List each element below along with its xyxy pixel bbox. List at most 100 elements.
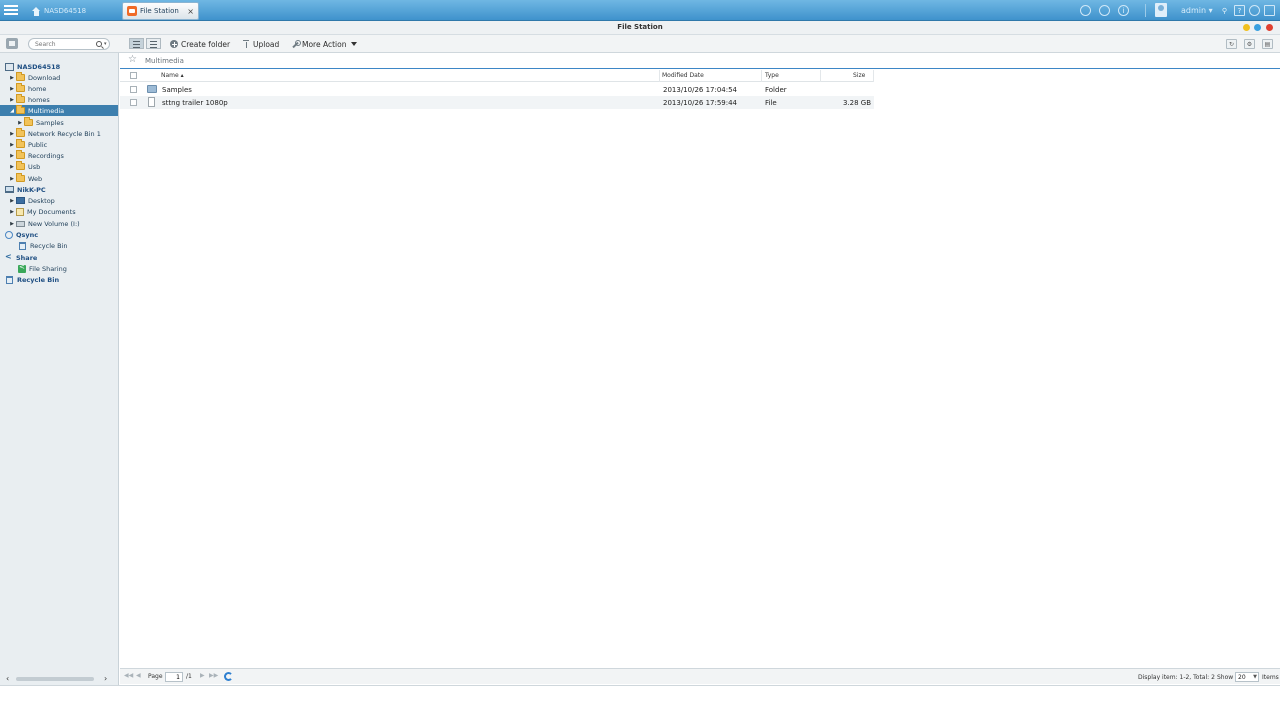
row-checkbox[interactable] — [130, 99, 137, 106]
search-icon[interactable]: ⚲ — [1219, 5, 1230, 16]
modified-date: 2013/10/26 17:59:44 — [663, 99, 738, 107]
expand-arrow-icon[interactable]: ▶ — [8, 221, 16, 227]
column-header-name[interactable]: Name ▴ — [161, 72, 184, 79]
language-globe-icon[interactable] — [1249, 5, 1260, 16]
tree-item-home[interactable]: ▶ home — [0, 83, 118, 94]
file-icon — [148, 97, 155, 107]
upload-button[interactable]: Upload — [242, 38, 279, 50]
tree-item-qsync-recycle-bin[interactable]: Recycle Bin — [0, 240, 118, 251]
tree-item-web[interactable]: ▶ Web — [0, 173, 118, 184]
close-window-button[interactable] — [1266, 24, 1273, 31]
page-number-input[interactable] — [165, 672, 183, 682]
column-divider — [761, 70, 762, 82]
properties-panel-button[interactable]: ▤ — [1262, 39, 1273, 49]
tree-item-usb[interactable]: ▶ Usb — [0, 161, 118, 172]
previous-page-icon[interactable]: ◀ — [136, 672, 141, 679]
column-header-size[interactable]: Size — [853, 72, 865, 79]
more-action-button[interactable]: More Action — [291, 38, 358, 50]
thumbnail-view-button[interactable] — [129, 38, 144, 49]
row-checkbox[interactable] — [130, 86, 137, 93]
tree-item-multimedia[interactable]: ◢ Multimedia — [0, 105, 118, 116]
file-name[interactable]: sttng trailer 1080p — [162, 99, 228, 107]
expand-arrow-icon[interactable]: ▶ — [8, 198, 16, 204]
maximize-window-button[interactable] — [1254, 24, 1261, 31]
minimize-window-button[interactable] — [1243, 24, 1250, 31]
column-header-modified-date[interactable]: Modified Date — [662, 72, 704, 79]
scroll-right-icon[interactable]: › — [104, 674, 107, 683]
tree-item-network-recycle-bin[interactable]: ▶ Network Recycle Bin 1 — [0, 128, 118, 139]
expand-arrow-icon[interactable]: ▶ — [8, 131, 16, 137]
sidebar-horizontal-scrollbar[interactable]: ‹ › — [0, 673, 118, 685]
tree-item-new-volume[interactable]: ▶ New Volume (I:) — [0, 218, 118, 229]
tree-item-samples[interactable]: ▶ Samples — [0, 117, 118, 128]
folder-icon — [16, 150, 25, 159]
settings-gear-button[interactable]: ⚙ — [1244, 39, 1255, 49]
help-icon[interactable]: ? — [1234, 5, 1245, 16]
drive-icon — [16, 220, 25, 227]
main-menu-button[interactable] — [3, 3, 19, 18]
folder-icon — [16, 161, 25, 170]
scroll-left-icon[interactable]: ‹ — [6, 674, 9, 683]
column-header-type[interactable]: Type — [765, 72, 779, 79]
refresh-icon[interactable] — [224, 672, 233, 681]
scrollbar-thumb[interactable] — [16, 677, 94, 681]
tree-item-desktop[interactable]: ▶ Desktop — [0, 195, 118, 206]
close-tab-icon[interactable]: × — [187, 7, 194, 16]
search-input[interactable] — [35, 40, 91, 49]
collapse-arrow-icon[interactable]: ◢ — [8, 108, 16, 114]
folder-icon — [16, 139, 25, 148]
expand-arrow-icon[interactable]: ▶ — [8, 209, 16, 215]
open-folder-icon — [16, 105, 25, 114]
expand-arrow-icon[interactable]: ▶ — [8, 97, 16, 103]
breadcrumb[interactable]: Multimedia — [145, 57, 184, 65]
tree-item-qsync[interactable]: Qsync — [0, 229, 118, 240]
file-sharing-icon — [18, 263, 26, 273]
list-view-button[interactable] — [146, 38, 161, 49]
background-task-icon[interactable] — [1080, 5, 1091, 16]
table-row[interactable]: Samples 2013/10/26 17:04:54 Folder — [120, 83, 874, 96]
file-name[interactable]: Samples — [162, 86, 192, 94]
favorite-star-icon[interactable]: ☆ — [128, 54, 137, 65]
tree-item-file-sharing[interactable]: File Sharing — [0, 263, 118, 274]
nas-server-icon — [5, 62, 14, 71]
next-page-icon[interactable]: ▶ — [200, 672, 205, 679]
select-all-checkbox[interactable] — [130, 72, 137, 79]
toggle-sidebar-button[interactable] — [6, 38, 18, 49]
column-divider — [873, 70, 874, 82]
expand-arrow-icon[interactable]: ▶ — [8, 176, 16, 182]
search-box[interactable]: ▾ — [28, 38, 110, 50]
page-label: Page — [148, 673, 163, 680]
search-icon[interactable] — [96, 41, 102, 47]
tree-item-download[interactable]: ▶ Download — [0, 72, 118, 83]
tree-item-public[interactable]: ▶ Public — [0, 139, 118, 150]
expand-arrow-icon[interactable]: ▶ — [8, 164, 16, 170]
first-page-icon[interactable]: ◀◀ — [124, 672, 133, 679]
table-row[interactable]: sttng trailer 1080p 2013/10/26 17:59:44 … — [120, 96, 874, 109]
expand-arrow-icon[interactable]: ▶ — [8, 75, 16, 81]
expand-arrow-icon[interactable]: ▶ — [8, 142, 16, 148]
user-avatar-icon[interactable] — [1155, 3, 1167, 17]
expand-arrow-icon[interactable]: ▶ — [8, 153, 16, 159]
tree-item-share[interactable]: Share — [0, 252, 118, 263]
tree-item-my-documents[interactable]: ▶ My Documents — [0, 206, 118, 217]
expand-arrow-icon[interactable]: ▶ — [8, 86, 16, 92]
items-per-page-select[interactable]: 20 ▼ — [1235, 672, 1259, 682]
user-menu[interactable]: admin ▾ — [1181, 6, 1213, 15]
expand-arrow-icon[interactable]: ▶ — [16, 120, 24, 126]
create-folder-button[interactable]: Create folder — [170, 38, 230, 50]
tree-item-recordings[interactable]: ▶ Recordings — [0, 150, 118, 161]
refresh-button[interactable]: ↻ — [1226, 39, 1237, 49]
file-type: File — [765, 99, 777, 107]
tree-item-recycle-bin[interactable]: Recycle Bin — [0, 274, 118, 285]
dashboard-icon[interactable] — [1264, 5, 1275, 16]
last-page-icon[interactable]: ▶▶ — [209, 672, 218, 679]
sync-icon[interactable] — [1099, 5, 1110, 16]
file-station-tab[interactable]: File Station × — [122, 2, 199, 20]
folder-icon — [16, 173, 25, 182]
tree-item-nas[interactable]: NASD64518 — [0, 61, 118, 72]
tree-item-pc[interactable]: NikK-PC — [0, 184, 118, 195]
search-options-caret[interactable]: ▾ — [104, 41, 107, 47]
desktop-tab[interactable]: NASD64518 — [28, 2, 116, 20]
tree-item-homes[interactable]: ▶ homes — [0, 94, 118, 105]
info-icon[interactable]: i — [1118, 5, 1129, 16]
